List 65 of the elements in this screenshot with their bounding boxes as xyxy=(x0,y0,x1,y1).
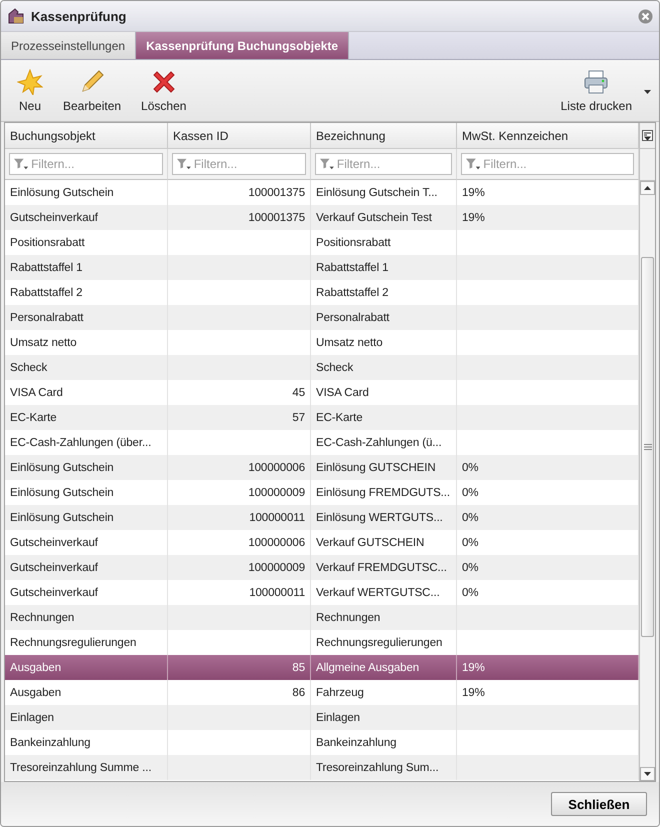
table-cell: Ausgaben xyxy=(5,655,168,680)
table-cell: 100000006 xyxy=(168,455,311,480)
table-cell: 100000009 xyxy=(168,555,311,580)
table-cell: Gutscheinverkauf xyxy=(5,205,168,230)
table-cell: Einlösung Gutschein xyxy=(5,455,168,480)
filter-icon xyxy=(177,158,191,170)
delete-icon xyxy=(150,68,177,94)
table-cell: EC-Karte xyxy=(311,405,457,430)
table-cell: Tresoreinzahlung Summe ... xyxy=(5,755,168,780)
table-cell: Rabattstaffel 1 xyxy=(5,255,168,280)
tab[interactable]: Prozesseinstellungen xyxy=(1,32,136,59)
window-title: Kassenprüfung xyxy=(31,8,128,24)
table-cell: Verkauf Gutschein Test xyxy=(311,205,457,230)
edit-button[interactable]: Bearbeiten xyxy=(55,60,130,121)
table-cell: Allgmeine Ausgaben xyxy=(311,655,457,680)
table-cell: Einlösung GUTSCHEIN xyxy=(311,455,457,480)
grip-icon[interactable] xyxy=(644,444,652,450)
printer-icon xyxy=(583,68,610,94)
close-button[interactable]: Schließen xyxy=(551,792,647,816)
table-cell: Personalrabatt xyxy=(5,305,168,330)
filter-icon xyxy=(466,158,480,170)
table-cell: 19% xyxy=(457,205,639,230)
down-arrow-icon[interactable] xyxy=(644,772,651,776)
table-cell: Rabattstaffel 1 xyxy=(311,255,457,280)
filter-box[interactable]: Filtern... xyxy=(172,153,306,175)
table-cell: 0% xyxy=(457,505,639,530)
table-cell: 100001375 xyxy=(168,205,311,230)
star-icon xyxy=(17,68,43,94)
table-cell: Einlösung Gutschein xyxy=(5,505,168,530)
table-cell: Gutscheinverkauf xyxy=(5,555,168,580)
table-cell: Scheck xyxy=(5,355,168,380)
delete-button[interactable]: Löschen xyxy=(133,60,194,121)
table-cell: 19% xyxy=(457,655,639,680)
close-icon[interactable] xyxy=(638,8,653,24)
column-header[interactable]: Buchungsobjekt xyxy=(5,123,168,149)
new-button[interactable]: Neu xyxy=(9,60,51,121)
caret-icon[interactable] xyxy=(644,90,651,94)
filter-box[interactable]: Filtern... xyxy=(9,153,163,175)
table-cell: Scheck xyxy=(311,355,457,380)
tab[interactable]: Kassenprüfung Buchungsobjekte xyxy=(136,32,350,59)
filter-box[interactable]: Filtern... xyxy=(461,153,634,175)
table-cell: Tresoreinzahlung Sum... xyxy=(311,755,457,780)
filter-icon xyxy=(320,158,334,170)
table-cell: Einlagen xyxy=(311,705,457,730)
table-cell: 85 xyxy=(168,655,311,680)
up-arrow-icon[interactable] xyxy=(644,186,651,190)
table-cell: 100000011 xyxy=(168,505,311,530)
table-cell: 0% xyxy=(457,555,639,580)
table-cell: Rechnungen xyxy=(311,605,457,630)
table-cell: Personalrabatt xyxy=(311,305,457,330)
table-cell: Verkauf FREMDGUTSC... xyxy=(311,555,457,580)
table-cell: EC-Karte xyxy=(5,405,168,430)
print-button[interactable]: Liste drucken xyxy=(552,60,640,121)
pencil-icon xyxy=(79,68,106,94)
table-cell: 0% xyxy=(457,455,639,480)
scrollbar[interactable] xyxy=(640,180,655,781)
column-header[interactable]: MwSt. Kennzeichen xyxy=(457,123,639,149)
column-header[interactable]: Bezeichnung xyxy=(311,123,457,149)
table-cell: Einlösung WERTGUTS... xyxy=(311,505,457,530)
table-cell: Rechnungen xyxy=(5,605,168,630)
table-cell: Einlagen xyxy=(5,705,168,730)
filter-icon xyxy=(14,158,28,170)
table-cell: 57 xyxy=(168,405,311,430)
column-header[interactable]: Kassen ID xyxy=(168,123,311,149)
filter-box[interactable]: Filtern... xyxy=(315,153,452,175)
